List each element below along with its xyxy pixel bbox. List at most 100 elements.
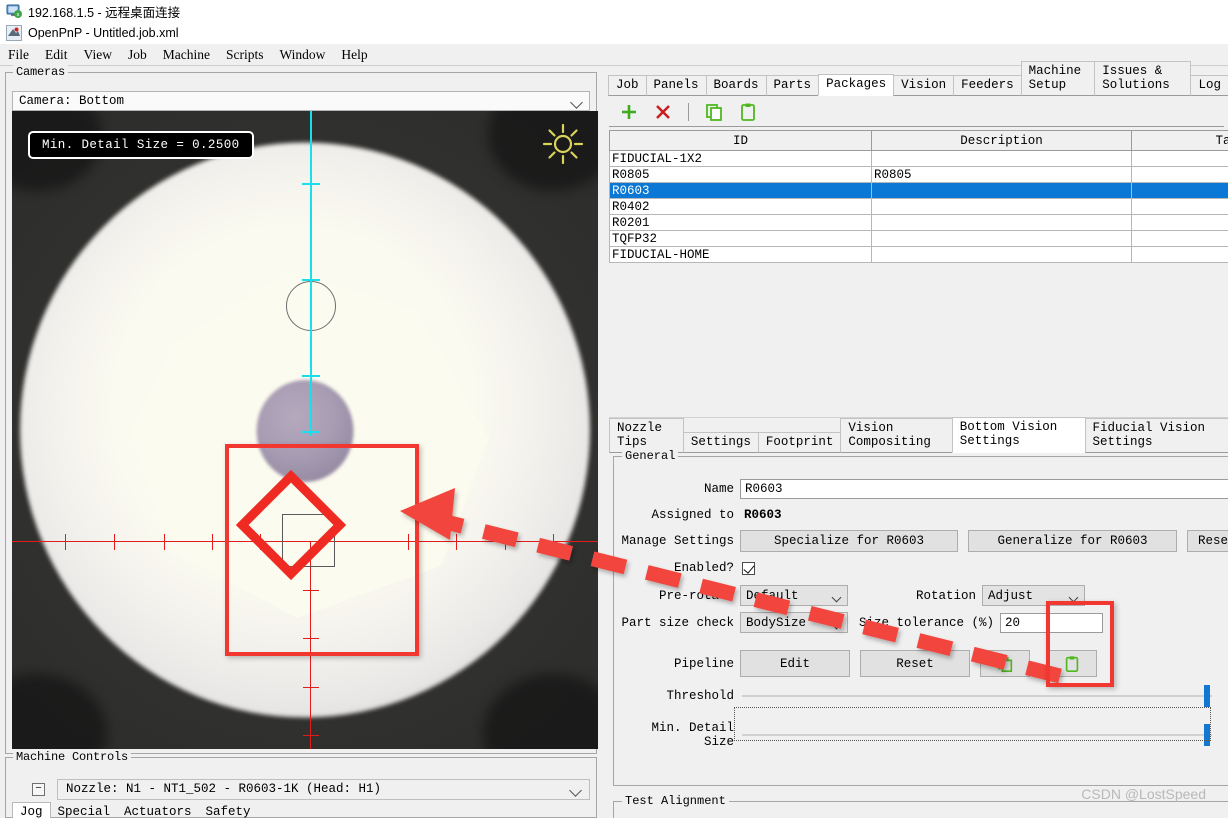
packages-table[interactable]: ID Description Tape FIDUCIAL-1X2 R0805 R…: [609, 130, 1228, 263]
sun-icon[interactable]: [542, 123, 584, 165]
red-tick: [456, 534, 458, 550]
enabled-checkbox[interactable]: [742, 561, 755, 575]
tab-machine-setup[interactable]: Machine Setup: [1020, 61, 1096, 96]
red-tick: [303, 687, 319, 689]
pipeline-label: Pipeline: [673, 656, 734, 671]
menu-item-job[interactable]: Job: [120, 45, 155, 65]
cell-id: R0805: [609, 166, 872, 183]
tab-packages[interactable]: Packages: [818, 74, 895, 96]
tab-log[interactable]: Log: [1190, 75, 1228, 96]
cell-id: FIDUCIAL-HOME: [609, 246, 872, 263]
copy-icon[interactable]: [703, 101, 725, 123]
menu-item-view[interactable]: View: [76, 45, 120, 65]
cyan-tick: [302, 431, 320, 433]
tab-jog[interactable]: Jog: [12, 802, 51, 818]
reset-to-default-button[interactable]: Reset to De: [1187, 530, 1228, 552]
tab-vision[interactable]: Vision: [893, 75, 955, 96]
pre-rotate-select[interactable]: Default: [740, 585, 848, 606]
tab-parts[interactable]: Parts: [765, 75, 820, 96]
test-alignment-group: Test Alignment Placement Angle 0.000 Tes…: [613, 794, 1228, 818]
tab-settings[interactable]: Settings: [682, 432, 759, 453]
cell-description: [871, 198, 1132, 215]
delete-package-button[interactable]: [652, 101, 674, 123]
cyan-tick: [302, 279, 320, 281]
tab-actuators[interactable]: Actuators: [117, 803, 199, 818]
table-row[interactable]: TQFP32: [609, 230, 1228, 247]
manage-settings-label: Manage Settings: [621, 534, 734, 548]
tab-feeders[interactable]: Feeders: [953, 75, 1022, 96]
tab-bottom-vision-settings[interactable]: Bottom Vision Settings: [951, 417, 1086, 453]
packages-table-wrapper[interactable]: ID Description Tape FIDUCIAL-1X2 R0805 R…: [609, 130, 1228, 415]
menu-item-scripts[interactable]: Scripts: [218, 45, 272, 65]
cell-description: [871, 230, 1132, 247]
table-row[interactable]: FIDUCIAL-HOME: [609, 246, 1228, 263]
nozzle-selector[interactable]: Nozzle: N1 - NT1_502 - R0603-1K (Head: H…: [57, 778, 590, 800]
right-panel: Job Panels Boards Parts Packages Vision …: [605, 61, 1228, 818]
menu-item-help[interactable]: Help: [333, 45, 375, 65]
tab-issues-solutions[interactable]: Issues & Solutions: [1094, 61, 1192, 96]
table-row[interactable]: R0402: [609, 198, 1228, 215]
camera-selector[interactable]: Camera: Bottom: [12, 91, 590, 111]
menu-item-edit[interactable]: Edit: [37, 45, 76, 65]
cell-id: R0201: [609, 214, 872, 231]
pipeline-edit-button[interactable]: Edit: [740, 650, 850, 677]
remote-desktop-icon: x: [6, 3, 22, 19]
cell-tape: [1131, 246, 1228, 263]
tab-special[interactable]: Special: [51, 803, 118, 818]
column-header-id[interactable]: ID: [609, 130, 872, 151]
name-input[interactable]: R0603: [740, 479, 1228, 499]
cyan-tick: [302, 183, 320, 185]
rotation-label: Rotation: [915, 588, 976, 603]
app-title-text: OpenPnP - Untitled.job.xml: [28, 26, 179, 40]
pipeline-copy-button[interactable]: [980, 650, 1030, 677]
specialize-button[interactable]: Specialize for R0603: [740, 530, 958, 552]
tab-boards[interactable]: Boards: [705, 75, 767, 96]
rotation-value: Adjust: [988, 588, 1034, 603]
camera-view[interactable]: Min. Detail Size = 0.2500: [12, 111, 598, 749]
collapse-toggle-button[interactable]: −: [32, 782, 45, 796]
table-row-selected[interactable]: R0603: [609, 182, 1228, 199]
machine-controls-panel: Machine Controls − Nozzle: N1 - NT1_502 …: [5, 750, 597, 818]
min-detail-size-label: Min. Detail Size: [651, 721, 734, 749]
chevron-down-icon: [570, 96, 583, 111]
general-legend: General: [622, 449, 679, 463]
test-alignment-legend: Test Alignment: [622, 794, 729, 808]
menu-item-file[interactable]: File: [0, 45, 37, 65]
generalize-button[interactable]: Generalize for R0603: [968, 530, 1177, 552]
tab-vision-compositing[interactable]: Vision Compositing: [840, 418, 953, 453]
pre-rotate-value: Default: [746, 588, 799, 603]
tab-footprint[interactable]: Footprint: [757, 432, 842, 453]
focus-outline: [734, 707, 1211, 741]
min-detail-size-overlay: Min. Detail Size = 0.2500: [28, 131, 254, 159]
red-tick: [553, 534, 555, 550]
threshold-slider-knob[interactable]: [1204, 685, 1210, 707]
red-tick: [164, 534, 166, 550]
threshold-slider[interactable]: [742, 685, 1212, 707]
add-package-button[interactable]: [618, 101, 640, 123]
cell-description: [871, 150, 1132, 167]
cell-tape: [1131, 166, 1228, 183]
table-row[interactable]: FIDUCIAL-1X2: [609, 150, 1228, 167]
tab-panels[interactable]: Panels: [645, 75, 707, 96]
menu-item-window[interactable]: Window: [271, 45, 333, 65]
part-size-check-select[interactable]: BodySize: [740, 612, 848, 633]
cell-description: [871, 214, 1132, 231]
machine-controls-tabs: Jog Special Actuators Safety: [12, 802, 258, 818]
pipeline-reset-button[interactable]: Reset: [860, 650, 970, 677]
main-tab-strip: Job Panels Boards Parts Packages Vision …: [608, 61, 1228, 96]
column-header-tape[interactable]: Tape: [1131, 130, 1228, 151]
paste-icon[interactable]: [737, 101, 759, 123]
cell-description: R0805: [871, 166, 1132, 183]
assigned-to-value: R0603: [744, 508, 782, 522]
table-row[interactable]: R0805 R0805: [609, 166, 1228, 183]
column-header-description[interactable]: Description: [871, 130, 1132, 151]
openpnp-icon: [6, 25, 22, 41]
table-row[interactable]: R0201: [609, 214, 1228, 231]
tab-job[interactable]: Job: [608, 75, 647, 96]
tab-fiducial-vision-settings[interactable]: Fiducial Vision Settings: [1084, 418, 1228, 453]
tab-safety[interactable]: Safety: [199, 803, 258, 818]
tab-nozzle-tips[interactable]: Nozzle Tips: [609, 418, 684, 453]
cell-tape: [1131, 198, 1228, 215]
cell-tape: [1131, 214, 1228, 231]
menu-item-machine[interactable]: Machine: [155, 45, 218, 65]
